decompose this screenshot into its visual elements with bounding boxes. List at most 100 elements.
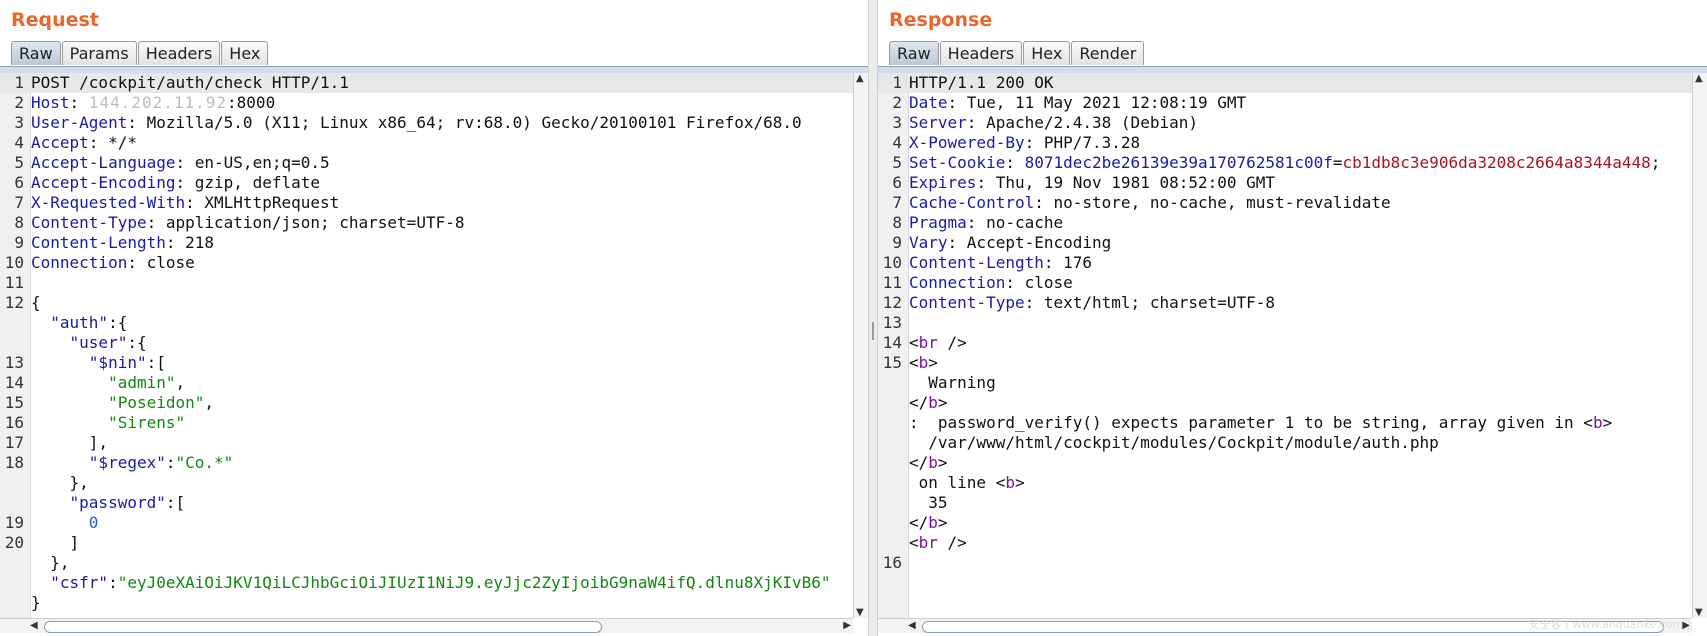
response-line: on line <b> <box>878 473 1692 493</box>
line-text: "$regex":"Co.*" <box>88 453 234 472</box>
line-number: 14 <box>4 373 24 392</box>
request-editor[interactable]: 1 POST /cockpit/auth/check HTTP/1.1 2 Host:… <box>0 73 853 618</box>
scroll-up-icon[interactable]: ▲ <box>856 73 864 84</box>
scroll-up-icon[interactable]: ▲ <box>1695 73 1703 84</box>
line-text: 0 <box>88 513 99 532</box>
response-tab-render[interactable]: Render <box>1071 41 1145 65</box>
scroll-down-icon[interactable]: ▼ <box>856 607 864 618</box>
line-number: 15 <box>882 353 902 372</box>
request-line: 8 Content-Type: application/json; charset… <box>0 213 853 233</box>
request-code[interactable]: 1 POST /cockpit/auth/check HTTP/1.1 2 Host:… <box>0 73 853 613</box>
request-line: "user":{ <box>0 333 853 353</box>
scroll-right-icon[interactable]: ▶ <box>843 620 851 631</box>
line-text: "csfr":"eyJ0eXAiOiJKV1QiLCJhbGciOiJIUzI1… <box>50 573 831 592</box>
response-line: 7 Cache-Control: no-store, no-cache, must… <box>878 193 1692 213</box>
scroll-down-icon[interactable]: ▼ <box>1695 607 1703 618</box>
line-text: Cache-Control: no-store, no-cache, must-… <box>909 193 1391 212</box>
response-pane: Response Raw Headers Hex Render 1 HTTP/1.… <box>878 0 1707 636</box>
response-editor[interactable]: 1 HTTP/1.1 200 OK 2 Date: Tue, 11 May 2021 … <box>878 73 1692 618</box>
request-line: }, <box>0 473 853 493</box>
response-line: 9 Vary: Accept-Encoding <box>878 233 1692 253</box>
response-line: 3 Server: Apache/2.4.38 (Debian) <box>878 113 1692 133</box>
response-line: <br /> <box>878 533 1692 553</box>
response-tab-headers[interactable]: Headers <box>939 41 1023 65</box>
response-line: 2 Date: Tue, 11 May 2021 12:08:19 GMT <box>878 93 1692 113</box>
line-text: Accept: */* <box>31 133 137 152</box>
line-text: HTTP/1.1 200 OK <box>909 73 1054 92</box>
line-text: Content-Type: text/html; charset=UTF-8 <box>909 293 1276 312</box>
request-tab-hex[interactable]: Hex <box>221 41 269 65</box>
response-line: 1 HTTP/1.1 200 OK <box>878 73 1692 93</box>
request-line: 10 Connection: close <box>0 253 853 273</box>
request-line: "password":[ <box>0 493 853 513</box>
line-number: 16 <box>4 413 24 432</box>
line-number: 2 <box>14 93 24 112</box>
line-number: 4 <box>14 133 24 152</box>
response-tab-hex[interactable]: Hex <box>1023 41 1071 65</box>
line-text: 35 <box>909 493 948 512</box>
request-line: 20 ] <box>0 533 853 553</box>
line-number: 6 <box>14 173 24 192</box>
line-number: 19 <box>4 513 24 532</box>
request-tab-headers[interactable]: Headers <box>137 41 221 65</box>
request-line: "auth":{ <box>0 313 853 333</box>
request-horizontal-scrollbar[interactable]: ◀ ▶ <box>0 618 853 633</box>
scroll-left-icon[interactable]: ◀ <box>30 620 38 631</box>
line-text: X-Requested-With: XMLHttpRequest <box>31 193 340 212</box>
line-text: "auth":{ <box>50 313 128 332</box>
response-code[interactable]: 1 HTTP/1.1 200 OK 2 Date: Tue, 11 May 2021 … <box>878 73 1692 573</box>
scroll-left-icon[interactable]: ◀ <box>908 620 916 631</box>
pane-splitter[interactable] <box>868 0 878 636</box>
line-number: 7 <box>892 193 902 212</box>
response-line: : password_verify() expects parameter 1 … <box>878 413 1692 433</box>
response-line: 16 <box>878 553 1692 573</box>
response-tabs: Raw Headers Hex Render <box>889 41 1145 65</box>
response-line: </b> <box>878 513 1692 533</box>
line-number: 13 <box>882 313 902 332</box>
request-tab-raw[interactable]: Raw <box>11 41 61 65</box>
line-number: 12 <box>882 293 902 312</box>
response-line: 15 <b> <box>878 353 1692 373</box>
line-number: 5 <box>892 153 902 172</box>
request-title: Request <box>11 9 99 31</box>
request-line: 5 Accept-Language: en-US,en;q=0.5 <box>0 153 853 173</box>
line-number: 4 <box>892 133 902 152</box>
request-tab-params[interactable]: Params <box>61 41 137 65</box>
response-line: </b> <box>878 393 1692 413</box>
request-line: 2 Host: 144.202.11.92:8000 <box>0 93 853 113</box>
response-tab-raw[interactable]: Raw <box>889 41 939 65</box>
request-line: } <box>0 593 853 613</box>
request-line: 7 X-Requested-With: XMLHttpRequest <box>0 193 853 213</box>
line-text: Warning <box>909 373 996 392</box>
response-line: Warning <box>878 373 1692 393</box>
request-scroll-thumb[interactable] <box>44 621 602 633</box>
response-line: 10 Content-Length: 176 <box>878 253 1692 273</box>
line-text: User-Agent: Mozilla/5.0 (X11; Linux x86_… <box>31 113 802 132</box>
line-text: Set-Cookie: 8071dec2be26139e39a170762581… <box>909 153 1661 172</box>
line-text: /var/www/html/cockpit/modules/Cockpit/mo… <box>909 433 1439 452</box>
request-line: 12 { <box>0 293 853 313</box>
line-text: Pragma: no-cache <box>909 213 1064 232</box>
line-number: 8 <box>14 213 24 232</box>
line-text: { <box>31 293 41 312</box>
request-line: 15 "Poseidon", <box>0 393 853 413</box>
line-text: X-Powered-By: PHP/7.3.28 <box>909 133 1141 152</box>
line-number: 16 <box>882 553 902 572</box>
request-line: "csfr":"eyJ0eXAiOiJKV1QiLCJhbGciOiJIUzI1… <box>0 573 853 593</box>
response-line: 5 Set-Cookie: 8071dec2be26139e39a17076258… <box>878 153 1692 173</box>
line-text: Content-Length: 176 <box>909 253 1093 272</box>
request-line: 3 User-Agent: Mozilla/5.0 (X11; Linux x86… <box>0 113 853 133</box>
request-vertical-scrollbar[interactable]: ▲ ▼ <box>853 73 868 618</box>
response-vertical-scrollbar[interactable]: ▲ ▼ <box>1692 73 1707 618</box>
request-line: 9 Content-Length: 218 <box>0 233 853 253</box>
request-line: 11 <box>0 273 853 293</box>
line-number: 10 <box>4 253 24 272</box>
splitter-grip-icon[interactable] <box>872 322 874 340</box>
line-text: Accept-Encoding: gzip, deflate <box>31 173 320 192</box>
line-text: </b> <box>909 453 948 472</box>
line-text: Content-Type: application/json; charset=… <box>31 213 465 232</box>
line-text: "Poseidon", <box>108 393 215 412</box>
line-text: on line <b> <box>909 473 1025 492</box>
line-text: Server: Apache/2.4.38 (Debian) <box>909 113 1198 132</box>
line-number: 9 <box>14 233 24 252</box>
